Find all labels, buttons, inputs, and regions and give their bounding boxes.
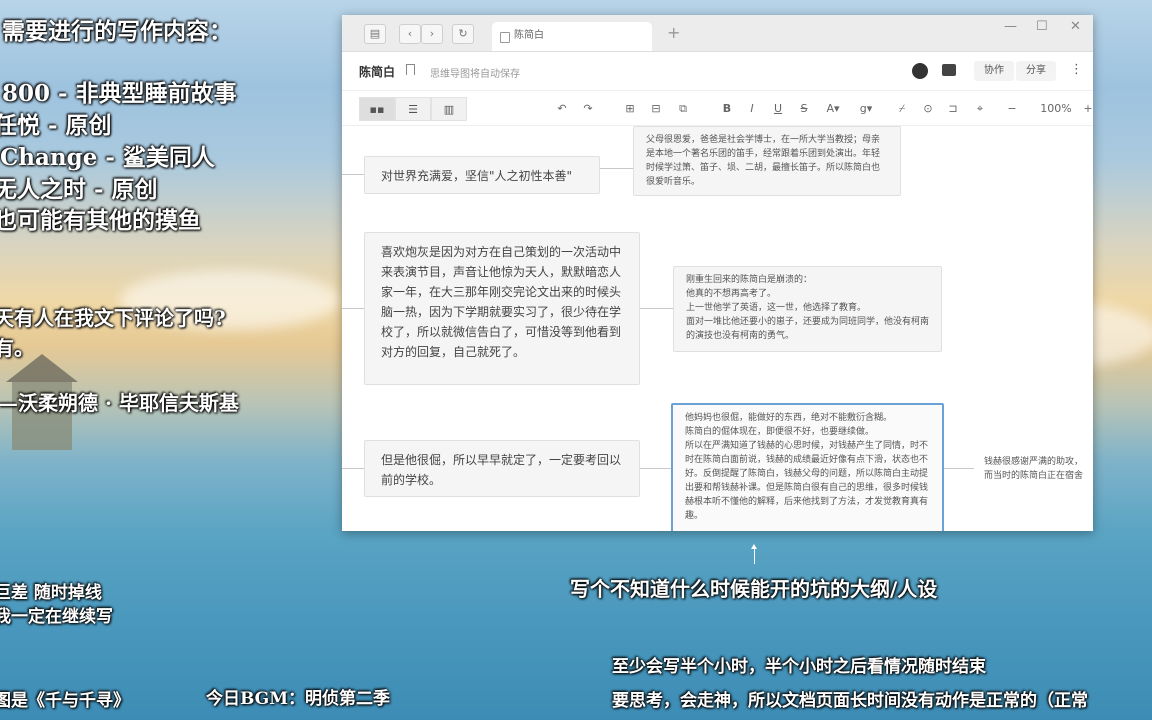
connector-line [640,308,673,309]
tab-label: 陈简白 [514,30,544,41]
overlay-author: —沃柔朔德 · 毕耶信夫斯基 [0,391,239,415]
arrow-up-icon [751,544,757,564]
avatar[interactable] [912,63,928,79]
more-menu-icon[interactable]: ⋮ [1070,62,1083,77]
connector-line [342,174,364,175]
zoom-level[interactable]: 100% [1036,97,1076,121]
overlay-item: 也可能有其他的摸鱼 [0,207,201,234]
sidebar-toggle-button[interactable]: ▤ [364,24,386,44]
underline-icon[interactable]: U [771,97,785,121]
maximize-button[interactable]: ☐ [1036,19,1048,34]
add-sibling-icon[interactable]: ⊟ [648,97,664,121]
link-icon[interactable]: ⊙ [920,97,936,121]
share-button[interactable]: 分享 [1016,61,1056,81]
connector-line [944,468,974,469]
redo-icon[interactable]: ↷ [580,97,596,121]
mindmap-node[interactable]: 喜欢炮灰是因为对方在自己策划的一次活动中来表演节目，声音让他惊为天人，默默暗恋人… [364,232,640,385]
app-window: ▤ ‹ › ↻ 陈简白 + — ☐ ✕ 陈简白 思维导图将自动保存 协作 分享 … [342,15,1093,531]
toolbar: ▪▪ ☰ ▥ ↶ ↷ ⊞ ⊟ ⧉ B I U S A▾ g▾ ⌿ ⊙ ⊐ ⌖ −… [342,91,1093,126]
forward-button[interactable]: › [421,24,443,44]
mindmap-node-selected[interactable]: 他妈妈也很倔，能做好的东西，绝对不能敷衍含糊。 陈简白的倔体现在，即便很不好，也… [671,403,944,531]
mindmap-node-partial[interactable]: 钱赫很感谢严满的助攻， 而当时的陈简白正在宿舍 [984,455,1083,483]
title-bar: ▤ ‹ › ↻ 陈简白 + — ☐ ✕ [342,15,1093,52]
sidebar-view-button[interactable]: ▥ [431,97,467,121]
collaborate-button[interactable]: 协作 [974,61,1014,81]
new-tab-button[interactable]: + [667,23,680,42]
connector-line [342,468,364,469]
autosave-status: 思维导图将自动保存 [430,69,520,80]
mindmap-node[interactable]: 但是他很倔，所以早早就定了，一定要考回以前的学校。 [364,440,640,497]
connector-line [640,468,671,469]
overlay-wallpaper-credit: 图是《千与千寻》 [0,691,130,711]
overlay-caption: 写个不知道什么时候能开的坑的大纲/人设 [570,577,938,601]
overlay-item: Change - 鲨美同人 [0,144,215,171]
overlay-network-note: 我一定在继续写 [0,607,113,627]
mindmap-canvas[interactable]: 对世界充满爱，坚信"人之初性本善" 父母很恩爱，爸爸是社会学博士，在一所大学当教… [342,126,1093,531]
document-title[interactable]: 陈简白 [359,63,395,80]
connector-line [600,168,634,169]
refresh-button[interactable]: ↻ [452,24,474,44]
bold-icon[interactable]: B [720,97,734,121]
comment-icon[interactable] [942,64,956,76]
overlay-note: 至少会写半个小时，半个小时之后看情况随时结束 [612,657,986,677]
overlay-heading: 需要进行的写作内容： [2,18,232,45]
mindmap-node[interactable]: 父母很恩爱，爸爸是社会学博士，在一所大学当教授；母亲是本地一个著名乐团的笛手，经… [633,126,901,196]
minimize-button[interactable]: — [1004,19,1017,34]
fit-view-icon[interactable]: ⌖ [972,97,988,121]
overlay-answer: 有。 [0,336,34,360]
overlay-question: 天有人在我文下评论了吗? [0,306,226,330]
add-child-icon[interactable]: ⊞ [622,97,638,121]
strikethrough-icon[interactable]: S [797,97,811,121]
overlay-item: 任悦 - 原创 [0,112,112,139]
mindmap-node[interactable]: 对世界充满爱，坚信"人之初性本善" [364,156,600,194]
connector-line [342,308,364,309]
overlay-note: 要思考，会走神，所以文档页面长时间没有动作是正常的（正常 [612,691,1088,711]
highlight-icon[interactable]: g▾ [856,97,876,121]
mindmap-view-button[interactable]: ▪▪ [359,97,395,121]
overlay-item: 无人之时 - 原创 [0,176,158,203]
bookmark-icon[interactable] [406,64,415,75]
tab-document[interactable]: 陈简白 [492,22,652,51]
close-button[interactable]: ✕ [1070,19,1081,34]
mindmap-node[interactable]: 刚重生回来的陈简白是崩溃的： 他真的不想再高考了。 上一世他学了英语，这一世，他… [673,266,942,352]
font-color-icon[interactable]: A▾ [823,97,843,121]
zoom-out-icon[interactable]: − [1006,97,1018,121]
outline-view-button[interactable]: ☰ [395,97,431,121]
back-button[interactable]: ‹ [399,24,421,44]
undo-icon[interactable]: ↶ [554,97,570,121]
document-icon [500,32,510,43]
format-painter-icon[interactable]: ⌿ [895,97,909,121]
overlay-bgm: 今日BGM：明侦第二季 [206,689,391,709]
document-header: 陈简白 思维导图将自动保存 协作 分享 ⋮ [342,52,1093,91]
overlay-item: 800 - 非典型睡前故事 [2,80,237,107]
overlay-network-status: 巨差 随时掉线 [0,583,102,603]
zoom-in-icon[interactable]: + [1082,97,1093,121]
add-parent-icon[interactable]: ⧉ [674,97,692,121]
comment-node-icon[interactable]: ⊐ [945,97,961,121]
italic-icon[interactable]: I [745,97,759,121]
